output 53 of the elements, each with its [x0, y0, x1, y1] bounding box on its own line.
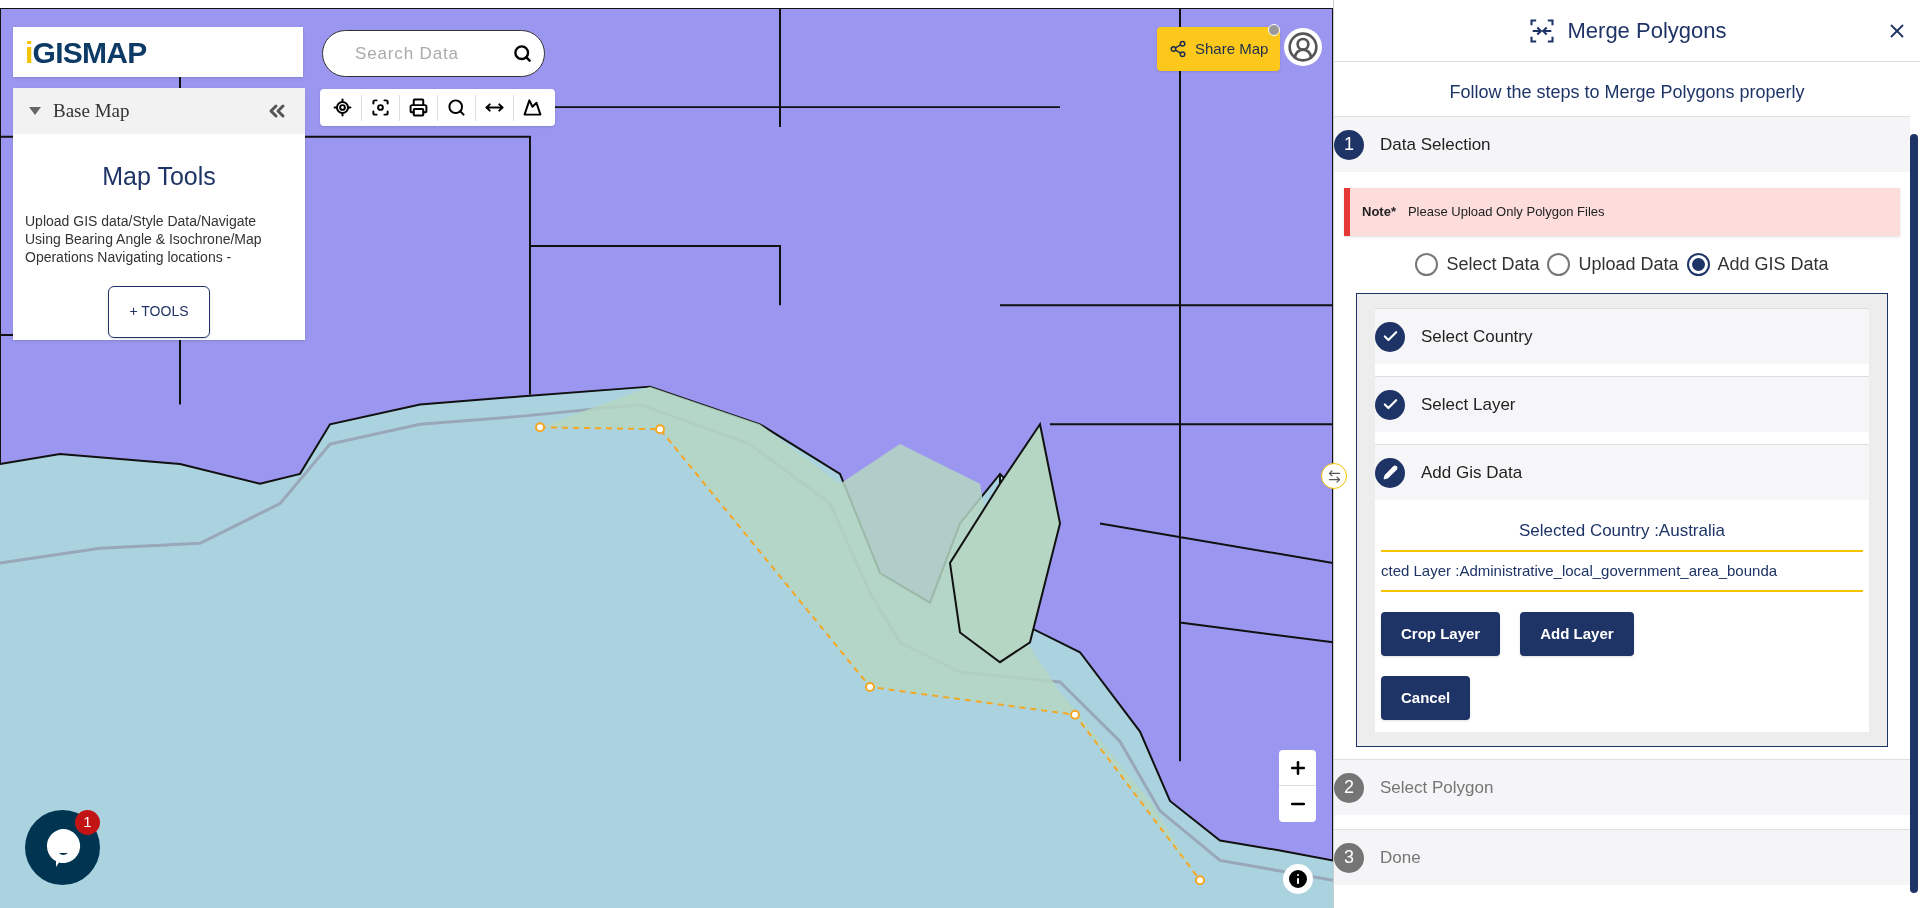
- note-label: Note*: [1362, 203, 1396, 222]
- substep-header[interactable]: Select Layer: [1375, 376, 1869, 432]
- step-label: Select Polygon: [1380, 776, 1494, 799]
- action-button[interactable]: Add Layer: [1520, 612, 1634, 656]
- step-number: 1: [1334, 129, 1364, 160]
- printer-icon[interactable]: [409, 98, 428, 117]
- share-map-button[interactable]: Share Map: [1157, 27, 1281, 71]
- panel-subtitle: Follow the steps to Merge Polygons properly: [1448, 81, 1806, 104]
- step-header[interactable]: 3 Done: [1334, 829, 1910, 885]
- locate-icon[interactable]: [333, 98, 352, 117]
- radio-option[interactable]: Select Data: [1415, 251, 1540, 278]
- substep-label: Select Layer: [1421, 393, 1516, 416]
- substep-header[interactable]: Add Gis Data: [1375, 444, 1869, 500]
- note-text: Please Upload Only Polygon Files: [1407, 203, 1605, 222]
- cancel-button[interactable]: Cancel: [1381, 676, 1471, 720]
- step-label: Done: [1380, 846, 1421, 869]
- share-icon: [1169, 40, 1187, 58]
- step-label: Data Selection: [1380, 133, 1491, 156]
- action-button[interactable]: Crop Layer: [1381, 612, 1501, 656]
- panel-title: Merge Polygons: [1567, 17, 1727, 45]
- info-icon: [1286, 867, 1310, 891]
- step-number: 2: [1334, 772, 1364, 803]
- chat-icon: [44, 827, 81, 868]
- map-tools-title: Map Tools: [102, 161, 216, 192]
- resize-icon: [1326, 468, 1342, 484]
- tools-button[interactable]: + TOOLS: [108, 285, 210, 338]
- logo[interactable]: iGISMAP: [25, 29, 147, 75]
- base-map-header[interactable]: Base Map: [13, 88, 305, 134]
- step-header[interactable]: 1 Data Selection: [1334, 116, 1910, 172]
- caret-icon: [29, 107, 41, 115]
- pencil-icon: [1382, 465, 1398, 480]
- radio-option[interactable]: Upload Data: [1547, 251, 1679, 278]
- selected-country: Selected Country :Australia: [1381, 512, 1863, 552]
- substep-label: Select Country: [1421, 325, 1533, 348]
- user-icon: [1287, 31, 1319, 63]
- map-tools-description: Upload GIS data/Style Data/Navigate Using Bearing Angle & Isochrone/Map Operations Navigating locations -: [25, 211, 263, 266]
- radio-button[interactable]: [1415, 253, 1439, 276]
- search-icon[interactable]: [447, 98, 466, 117]
- search-field[interactable]: Search Data: [322, 30, 545, 77]
- merge-icon: [1527, 16, 1556, 45]
- search-icon[interactable]: [513, 44, 532, 63]
- step-header[interactable]: 2 Select Polygon: [1334, 759, 1910, 815]
- radio-button[interactable]: [1686, 253, 1710, 276]
- scrollbar-thumb[interactable]: [1910, 134, 1918, 893]
- step-number: 3: [1334, 842, 1364, 873]
- selected-layer: cted Layer :Administrative_local_government_area_bounda: [1381, 551, 1863, 592]
- substep-header[interactable]: Select Country: [1375, 308, 1869, 364]
- substep-label: Add Gis Data: [1421, 461, 1523, 484]
- radio-option[interactable]: Add GIS Data: [1686, 251, 1829, 278]
- focus-icon[interactable]: [371, 98, 390, 117]
- terrain-icon[interactable]: [523, 98, 542, 117]
- radio-button[interactable]: [1547, 253, 1571, 276]
- base-map-label: Base Map: [53, 98, 130, 123]
